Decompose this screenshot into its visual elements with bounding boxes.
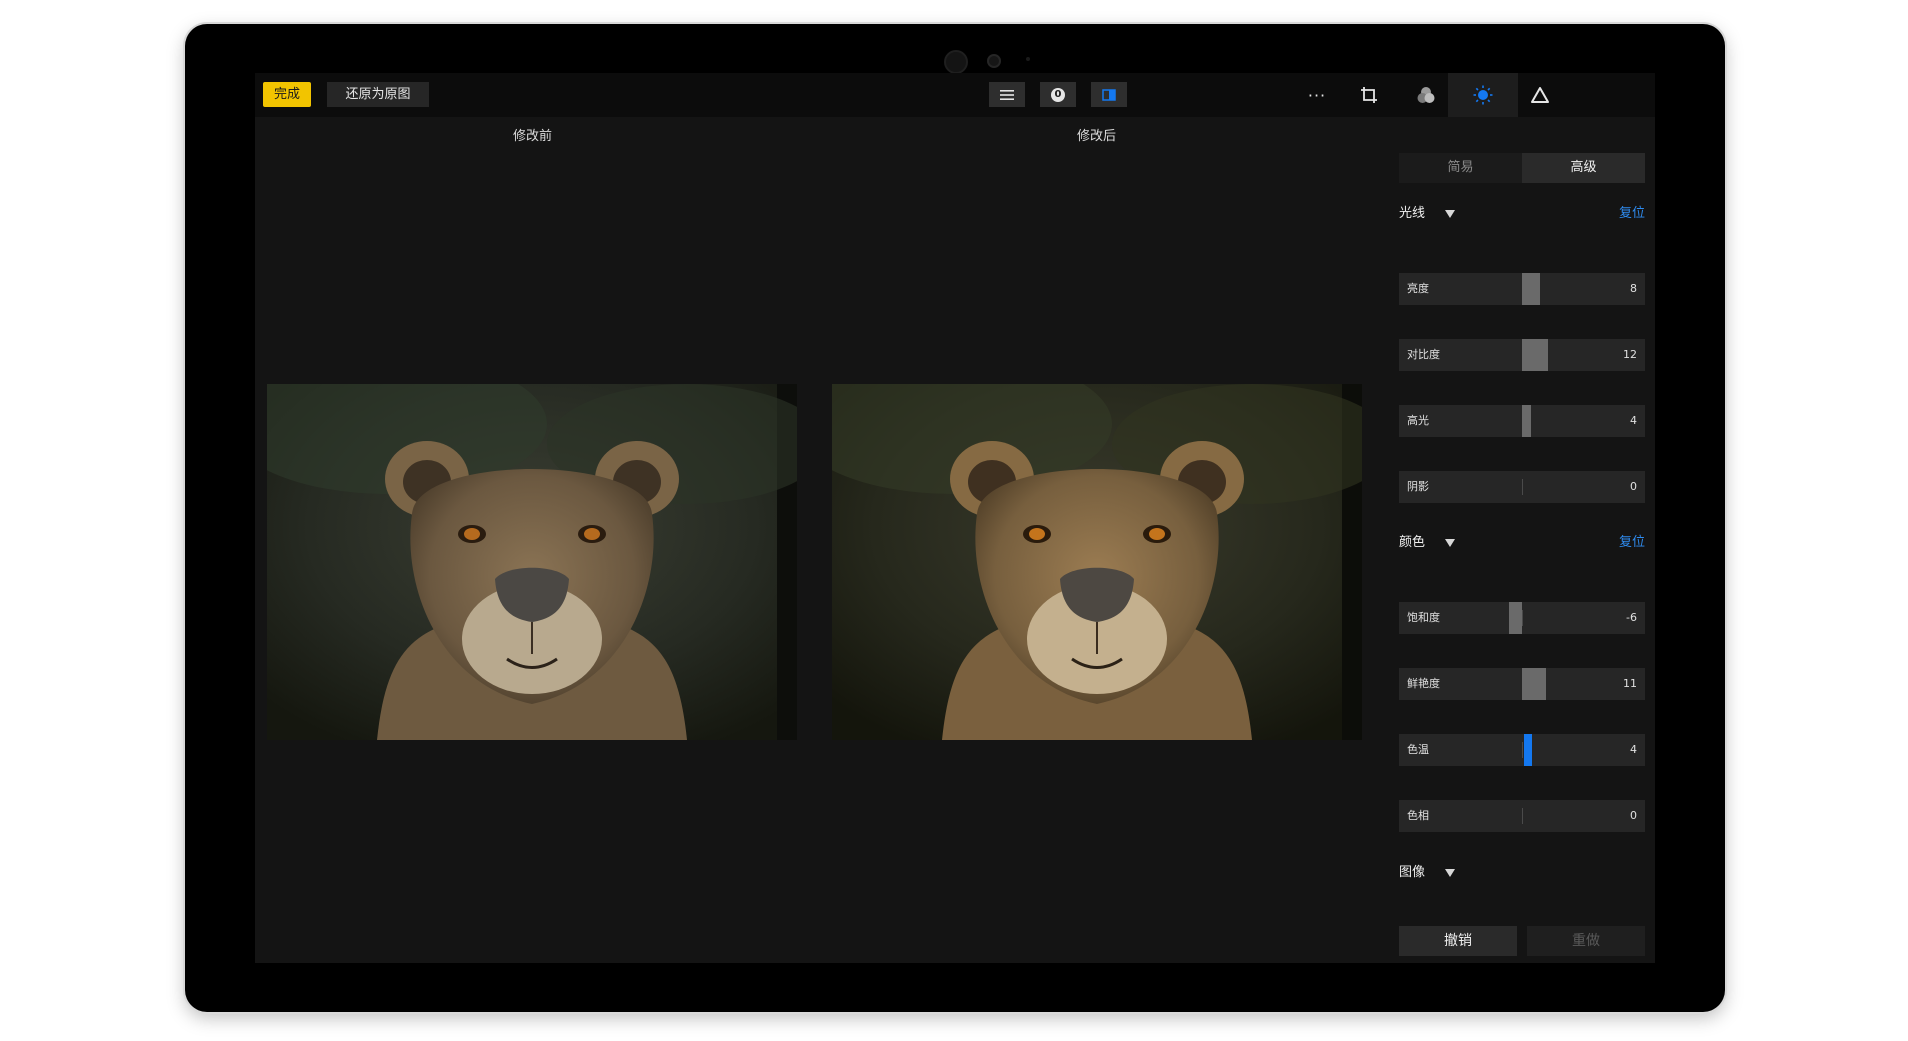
list-view-button[interactable] bbox=[989, 82, 1025, 107]
light-section-header[interactable]: 光线 复位 bbox=[1399, 204, 1645, 224]
image-section-title: 图像 bbox=[1399, 865, 1426, 880]
slider-label: 色相 bbox=[1407, 809, 1429, 822]
slider-thumb[interactable] bbox=[1522, 668, 1547, 700]
slider-center-mark bbox=[1522, 479, 1523, 495]
slider-value: 4 bbox=[1630, 414, 1637, 427]
shadows-slider[interactable]: 阴影 0 bbox=[1399, 471, 1645, 503]
before-label: 修改前 bbox=[513, 129, 553, 144]
slider-center-mark bbox=[1522, 808, 1523, 824]
slider-value: 11 bbox=[1623, 677, 1637, 690]
menu-icon bbox=[1000, 89, 1014, 100]
saturation-slider[interactable]: 饱和度 -6 bbox=[1399, 602, 1645, 634]
slider-thumb[interactable] bbox=[1522, 273, 1540, 305]
more-icon: ··· bbox=[1307, 85, 1327, 105]
after-label: 修改后 bbox=[1077, 129, 1117, 144]
crop-icon bbox=[1361, 87, 1377, 103]
slider-thumb[interactable] bbox=[1508, 602, 1522, 634]
history-count-badge: 0 bbox=[1051, 87, 1065, 102]
mode-switch: 简易 高级 bbox=[1399, 153, 1645, 183]
slider-label: 亮度 bbox=[1407, 282, 1429, 295]
camera-led bbox=[1026, 57, 1030, 61]
slider-value: 4 bbox=[1630, 743, 1637, 756]
slider-thumb[interactable] bbox=[1522, 339, 1549, 371]
triangle-icon bbox=[1531, 87, 1549, 103]
undo-button[interactable]: 撤销 bbox=[1399, 926, 1517, 956]
history-button[interactable]: 0 bbox=[1040, 82, 1076, 107]
contrast-slider[interactable]: 对比度 12 bbox=[1399, 339, 1645, 371]
split-compare-icon bbox=[1102, 88, 1116, 101]
vibrance-slider[interactable]: 鲜艳度 11 bbox=[1399, 668, 1645, 700]
slider-value: 8 bbox=[1630, 282, 1637, 295]
tab-simple[interactable]: 简易 bbox=[1399, 153, 1522, 183]
slider-label: 饱和度 bbox=[1407, 611, 1440, 624]
caret-down-icon bbox=[1445, 539, 1455, 547]
camera-sensor bbox=[987, 54, 1001, 68]
image-section-header[interactable]: 图像 bbox=[1399, 863, 1645, 883]
brightness-icon bbox=[1473, 85, 1493, 105]
after-photo bbox=[832, 384, 1362, 740]
light-section-title: 光线 bbox=[1399, 206, 1426, 221]
slider-label: 高光 bbox=[1407, 414, 1429, 427]
slider-label: 鲜艳度 bbox=[1407, 677, 1440, 690]
effects-tool-button[interactable] bbox=[1505, 73, 1575, 117]
slider-thumb[interactable] bbox=[1522, 405, 1531, 437]
color-reset-link[interactable]: 复位 bbox=[1619, 533, 1645, 553]
caret-down-icon bbox=[1445, 869, 1455, 877]
slider-thumb[interactable] bbox=[1524, 734, 1532, 766]
before-photo bbox=[267, 384, 797, 740]
slider-value: 12 bbox=[1623, 348, 1637, 361]
color-section-title: 颜色 bbox=[1399, 535, 1426, 550]
camera-lens bbox=[944, 50, 968, 74]
restore-original-button[interactable]: 还原为原图 bbox=[327, 82, 429, 107]
slider-label: 色温 bbox=[1407, 743, 1429, 756]
done-button[interactable]: 完成 bbox=[263, 82, 311, 107]
slider-center-mark bbox=[1522, 610, 1523, 626]
slider-value: 0 bbox=[1630, 480, 1637, 493]
slider-label: 阴影 bbox=[1407, 480, 1429, 493]
compare-view-button[interactable] bbox=[1091, 82, 1127, 107]
highlights-slider[interactable]: 高光 4 bbox=[1399, 405, 1645, 437]
tab-advanced[interactable]: 高级 bbox=[1522, 153, 1645, 183]
filters-icon bbox=[1417, 87, 1435, 103]
hue-slider[interactable]: 色相 0 bbox=[1399, 800, 1645, 832]
color-section-header[interactable]: 颜色 复位 bbox=[1399, 533, 1645, 553]
slider-label: 对比度 bbox=[1407, 348, 1440, 361]
slider-center-mark bbox=[1522, 742, 1523, 758]
light-reset-link[interactable]: 复位 bbox=[1619, 204, 1645, 224]
brightness-slider[interactable]: 亮度 8 bbox=[1399, 273, 1645, 305]
top-toolbar: 完成 还原为原图 0 ··· bbox=[255, 73, 1655, 117]
editor-screen: 完成 还原为原图 0 ··· 修改前 修改后 简易 高级 光线 复位 亮度 8 … bbox=[255, 73, 1655, 963]
lioness-photo-before bbox=[267, 384, 797, 740]
caret-down-icon bbox=[1445, 210, 1455, 218]
temperature-slider[interactable]: 色温 4 bbox=[1399, 734, 1645, 766]
slider-value: 0 bbox=[1630, 809, 1637, 822]
lioness-photo-after bbox=[832, 384, 1362, 740]
slider-value: -6 bbox=[1626, 611, 1637, 624]
redo-button[interactable]: 重做 bbox=[1527, 926, 1645, 956]
